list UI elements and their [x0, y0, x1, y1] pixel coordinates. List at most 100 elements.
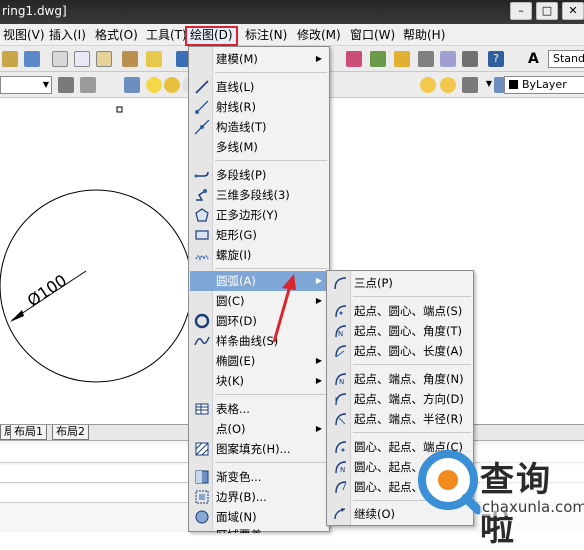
close-button[interactable]: ✕ — [562, 2, 584, 20]
menu-item-block[interactable]: 块(K) ▶ — [190, 371, 328, 391]
menu-insert[interactable]: 插入(I) — [46, 27, 89, 44]
arc-csa-icon: N — [335, 461, 347, 474]
menu-item-gradient[interactable]: 渐变色... — [190, 467, 328, 487]
submenu-arrow-icon: ▶ — [315, 276, 322, 285]
menu-item-modeling[interactable]: 建模(M) ▶ — [190, 49, 328, 69]
menu-item-line[interactable]: 直线(L) — [190, 77, 328, 97]
markup-icon[interactable] — [440, 51, 456, 67]
menu-item-label: 多段线(P) — [216, 168, 267, 182]
menu-help[interactable]: 帮助(H) — [400, 27, 448, 44]
menu-tools[interactable]: 工具(T) — [143, 27, 190, 44]
layer-freeze-icon-2[interactable] — [440, 77, 456, 93]
menu-draw[interactable]: 绘图(D) — [185, 26, 238, 46]
menu-item-label: 圆(C) — [216, 294, 245, 308]
spline-icon — [194, 336, 210, 346]
grip-point[interactable] — [116, 106, 123, 113]
sheet-set-icon[interactable] — [418, 51, 434, 67]
menu-item-region[interactable]: 面域(N) — [190, 507, 328, 527]
calculator-icon[interactable] — [462, 51, 478, 67]
menu-item-label: 矩形(G) — [216, 228, 257, 242]
circle-object[interactable] — [0, 189, 193, 383]
menu-item-rectangle[interactable]: 矩形(G) — [190, 225, 328, 245]
arc-item-three-points[interactable]: 三点(P) — [328, 273, 472, 293]
submenu-arrow-icon: ▶ — [315, 54, 322, 63]
publish-icon[interactable] — [2, 51, 18, 67]
tool-palettes-icon[interactable] — [394, 51, 410, 67]
layer-freeze-icon[interactable] — [164, 77, 180, 93]
menu-item-label: 三维多段线(3) — [216, 188, 290, 202]
menu-item-label: 直线(L) — [216, 80, 255, 94]
polyline-icon — [194, 171, 209, 178]
tab-layout1[interactable]: 布局1 — [10, 425, 47, 440]
arc-sce-icon — [335, 305, 347, 318]
menu-dimension[interactable]: 标注(N) — [242, 27, 290, 44]
submenu-arrow-icon: ▶ — [315, 356, 322, 365]
arc-item-start-end-radius[interactable]: 起点、端点、半径(R) — [328, 409, 472, 429]
menu-item-hatch[interactable]: 图案填充(H)... — [190, 439, 328, 459]
layer-previous-icon[interactable] — [462, 77, 478, 93]
arc-item-start-center-end[interactable]: 起点、圆心、端点(S) — [328, 301, 472, 321]
cut-icon[interactable] — [52, 51, 68, 67]
menu-item-ellipse[interactable]: 椭圆(E) ▶ — [190, 351, 328, 371]
minimize-button[interactable]: – — [510, 2, 532, 20]
svg-text:N: N — [339, 378, 344, 386]
menu-item-point[interactable]: 点(O) ▶ — [190, 419, 328, 439]
submenu-arrow-icon: ▶ — [315, 296, 322, 305]
layer-tools-icon[interactable] — [80, 77, 96, 93]
arc-item-start-end-angle[interactable]: N 起点、端点、角度(N) — [328, 369, 472, 389]
menu-item-label: 图案填充(H)... — [216, 442, 291, 456]
color-combo[interactable]: ByLayer — [504, 76, 584, 94]
menu-item-ray[interactable]: 射线(R) — [190, 97, 328, 117]
menu-item-table[interactable]: 表格... — [190, 399, 328, 419]
line-icon — [195, 80, 209, 94]
text-style-icon: A — [528, 51, 539, 67]
menu-item-polyline[interactable]: 多段线(P) — [190, 165, 328, 185]
tab-layout2[interactable]: 布局2 — [52, 425, 89, 440]
menu-item-polygon[interactable]: 正多边形(Y) — [190, 205, 328, 225]
menu-modify[interactable]: 修改(M) — [294, 27, 344, 44]
paste-icon[interactable] — [96, 51, 112, 67]
help-icon[interactable]: ? — [488, 51, 504, 67]
menu-format[interactable]: 格式(O) — [92, 27, 141, 44]
3d-dwf-icon[interactable] — [24, 51, 40, 67]
annotation-arrow-head — [282, 274, 296, 290]
brush-icon[interactable] — [146, 51, 162, 67]
arc-item-start-end-direction[interactable]: 起点、端点、方向(D) — [328, 389, 472, 409]
text-style-combo[interactable]: Stand — [548, 50, 584, 68]
layer-manager-icon[interactable] — [124, 77, 140, 93]
window-title: ring1.dwg] — [2, 4, 67, 18]
layer-on-icon[interactable] — [146, 77, 162, 93]
menu-divider — [215, 394, 327, 395]
match-properties-icon[interactable] — [122, 51, 138, 67]
maximize-button[interactable]: □ — [536, 2, 558, 20]
menu-window[interactable]: 窗口(W) — [347, 27, 398, 44]
menu-item-label: 螺旋(I) — [216, 248, 252, 262]
menu-item-construction-line[interactable]: 构造线(T) — [190, 117, 328, 137]
menu-divider — [215, 268, 327, 269]
submenu-arrow-icon: ▶ — [315, 376, 322, 385]
region-icon — [195, 510, 209, 524]
arc-item-start-center-length[interactable]: 起点、圆心、长度(A) — [328, 341, 472, 361]
arc-item-start-center-angle[interactable]: N 起点、圆心、角度(T) — [328, 321, 472, 341]
workspace-combo[interactable]: ▼ — [0, 76, 52, 94]
polygon-icon — [195, 208, 209, 222]
copy-icon[interactable] — [74, 51, 90, 67]
dimension-arrow-icon — [10, 310, 24, 322]
layer-combo-arrow[interactable]: ▼ — [482, 76, 494, 94]
properties-icon[interactable] — [346, 51, 362, 67]
menu-item-3d-polyline[interactable]: 三维多段线(3) — [190, 185, 328, 205]
layer-state-icon[interactable] — [58, 77, 74, 93]
layer-on-icon-2[interactable] — [420, 77, 436, 93]
watermark: 查询啦 chaxunla.com — [410, 442, 584, 550]
menu-item-label: 渐变色... — [216, 470, 262, 484]
menu-item-label: 椭圆(E) — [216, 354, 256, 368]
ray-icon — [195, 100, 209, 114]
menu-item-label: 多线(M) — [216, 140, 258, 154]
menu-item-multiline[interactable]: 多线(M) — [190, 137, 328, 157]
menu-item-label: 点(O) — [216, 422, 246, 436]
menu-view[interactable]: 视图(V) — [0, 27, 48, 44]
menu-item-boundary[interactable]: 边界(B)... — [190, 487, 328, 507]
menu-bar: 视图(V) 插入(I) 格式(O) 工具(T) 绘图(D) 标注(N) 修改(M… — [0, 24, 584, 46]
menu-item-helix[interactable]: 螺旋(I) — [190, 245, 328, 265]
design-center-icon[interactable] — [370, 51, 386, 67]
